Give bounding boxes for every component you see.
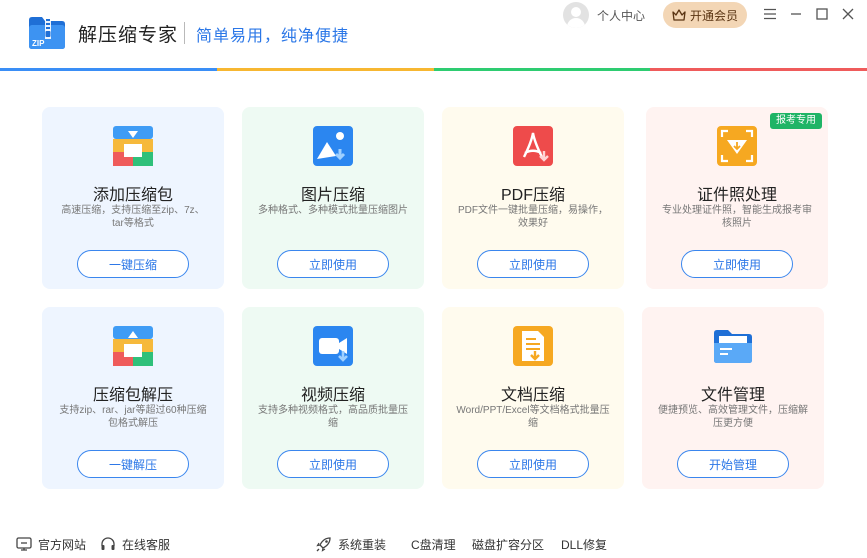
card-desc: 高速压缩，支持压缩至zip、7z、tar等格式 (61, 205, 205, 229)
rainbow-segment (216, 68, 434, 71)
card-desc: 专业处理证件照，智能生成报考审核照片 (662, 205, 812, 229)
add-archive-icon (113, 126, 153, 166)
card-title: 图片压缩 (300, 187, 365, 204)
rocket-icon (316, 537, 331, 552)
c-drive-clean-label: C盘清理 (411, 537, 456, 552)
svg-text:ZIP: ZIP (32, 39, 45, 48)
use-now-button[interactable]: 立即使用 (277, 250, 389, 278)
open-vip-label: 开通会员 (689, 8, 738, 23)
card-add-archive[interactable]: 添加压缩包 高速压缩，支持压缩至zip、7z、tar等格式 一键压缩 (42, 107, 224, 289)
disk-partition-label: 磁盘扩容分区 (472, 537, 545, 552)
card-title: 视频压缩 (300, 387, 365, 404)
c-drive-clean-link[interactable]: C盘清理 (411, 536, 456, 552)
use-now-button[interactable]: 立即使用 (681, 250, 793, 278)
card-desc: PDF文件一键批量压缩，易操作，效果好 (458, 205, 608, 229)
card-image-compress[interactable]: 图片压缩 多种格式、多种模式批量压缩图片 立即使用 (242, 107, 424, 289)
maximize-icon (816, 8, 828, 20)
card-desc: Word/PPT/Excel等文档格式批量压缩 (456, 405, 610, 429)
menu-button[interactable] (760, 4, 780, 24)
card-desc: 多种格式、多种模式批量压缩图片 (258, 205, 408, 216)
online-support-label: 在线客服 (122, 537, 171, 552)
crown-icon (672, 9, 686, 21)
card-title: 文档压缩 (500, 387, 565, 404)
minimize-button[interactable] (786, 4, 806, 24)
card-doc-compress[interactable]: 文档压缩 Word/PPT/Excel等文档格式批量压缩 立即使用 (442, 307, 624, 489)
headset-icon (101, 537, 115, 550)
use-now-button[interactable]: 立即使用 (477, 250, 589, 278)
card-title: 压缩包解压 (92, 387, 173, 404)
card-desc: 支持多种视频格式，高品质批量压缩 (258, 405, 408, 429)
card-title: PDF压缩 (500, 187, 565, 204)
close-icon (842, 8, 854, 20)
close-button[interactable] (838, 4, 858, 24)
id-photo-icon (717, 126, 757, 166)
title-divider (184, 22, 185, 44)
dll-repair-link[interactable]: DLL修复 (561, 536, 607, 552)
document-compress-icon (513, 326, 553, 366)
one-click-extract-button[interactable]: 一键解压 (77, 450, 189, 478)
system-reinstall-link[interactable]: 系统重装 (316, 536, 386, 552)
user-center-label: 个人中心 (597, 8, 646, 23)
one-click-compress-button[interactable]: 一键压缩 (77, 250, 189, 278)
open-vip-button[interactable]: 开通会员 (663, 2, 747, 28)
title-bar: ZIP 解压缩专家 简单易用，纯净便捷 个人中心 开通会员 (0, 0, 867, 68)
image-compress-icon (313, 126, 353, 166)
online-support-link[interactable]: 在线客服 (100, 536, 170, 552)
card-title: 证件照处理 (696, 187, 777, 204)
maximize-button[interactable] (812, 4, 832, 24)
zip-folder-logo-icon: ZIP (29, 17, 65, 49)
pdf-icon (513, 126, 553, 166)
monitor-icon (16, 537, 32, 551)
card-desc: 便捷预览、高效管理文件，压缩解压更方便 (658, 405, 808, 429)
rainbow-segment (0, 68, 217, 71)
user-center-button[interactable]: 个人中心 (563, 2, 645, 28)
card-title: 文件管理 (700, 387, 765, 404)
card-id-photo[interactable]: 报考专用 证件照处理 专业处理证件照，智能生成报考审核照片 立即使用 (646, 107, 828, 289)
app-title: 解压缩专家 (78, 25, 179, 46)
rainbow-segment (650, 68, 867, 71)
rainbow-segment (433, 68, 651, 71)
start-manage-button[interactable]: 开始管理 (677, 450, 789, 478)
video-compress-icon (313, 326, 353, 366)
card-video-compress[interactable]: 视频压缩 支持多种视频格式，高品质批量压缩 立即使用 (242, 307, 424, 489)
card-extract-archive[interactable]: 压缩包解压 支持zip、rar、jar等超过60种压缩包格式解压 一键解压 (42, 307, 224, 489)
card-desc: 支持zip、rar、jar等超过60种压缩包格式解压 (59, 405, 207, 429)
app-slogan: 简单易用，纯净便捷 (196, 28, 350, 45)
minimize-icon (791, 13, 801, 15)
folder-icon (714, 330, 752, 363)
exam-badge: 报考专用 (770, 113, 822, 129)
system-reinstall-label: 系统重装 (338, 537, 387, 552)
disk-partition-link[interactable]: 磁盘扩容分区 (472, 536, 544, 552)
official-website-label: 官方网站 (38, 537, 87, 552)
official-website-link[interactable]: 官方网站 (16, 536, 86, 552)
use-now-button[interactable]: 立即使用 (477, 450, 589, 478)
card-pdf-compress[interactable]: PDF压缩 PDF文件一键批量压缩，易操作，效果好 立即使用 (442, 107, 624, 289)
extract-archive-icon (113, 326, 153, 366)
card-title: 添加压缩包 (92, 187, 173, 204)
dll-repair-label: DLL修复 (561, 537, 608, 552)
menu-icon (764, 8, 776, 20)
rainbow-divider (0, 68, 867, 71)
avatar-icon (563, 2, 589, 28)
use-now-button[interactable]: 立即使用 (277, 450, 389, 478)
footer-bar: 官方网站 在线客服 系统重装 C盘清理 磁盘扩容分区 DLL修复 (0, 530, 867, 558)
card-file-manage[interactable]: 文件管理 便捷预览、高效管理文件，压缩解压更方便 开始管理 (642, 307, 824, 489)
